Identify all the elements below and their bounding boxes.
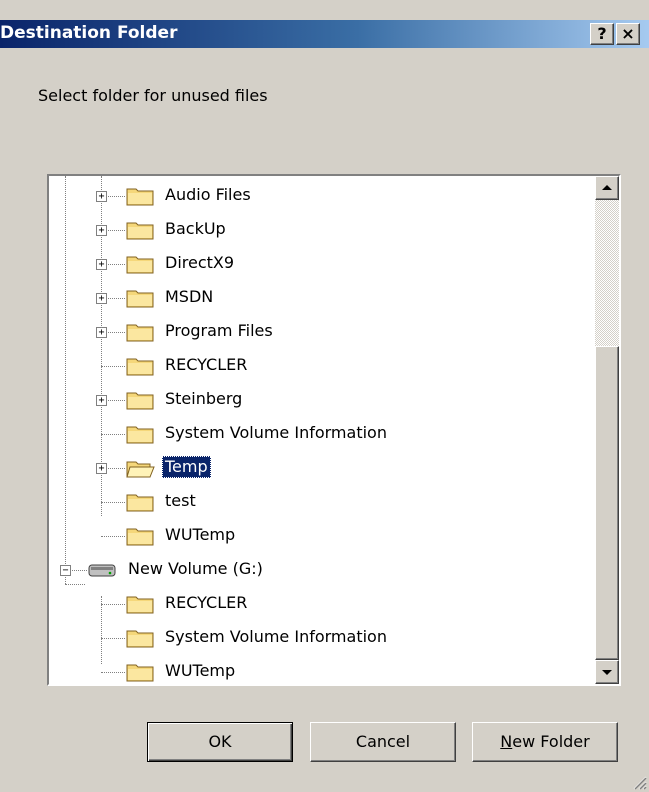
tree-item-folder[interactable]: RECYCLER: [49, 354, 589, 388]
tree-item-folder[interactable]: + Steinberg: [49, 388, 589, 422]
tree-item-folder[interactable]: + Audio Files: [49, 184, 589, 218]
folder-icon: [126, 358, 154, 376]
folder-icon: [126, 290, 154, 308]
tree-item-folder[interactable]: + MSDN: [49, 286, 589, 320]
tree-item-label: System Volume Information: [165, 627, 387, 646]
scroll-thumb[interactable]: [595, 346, 619, 660]
folder-icon: [126, 426, 154, 444]
tree-item-folder[interactable]: RECYCLER: [49, 592, 589, 626]
folder-icon: [126, 630, 154, 648]
resize-grip-icon[interactable]: [631, 774, 647, 790]
folder-icon: [126, 494, 154, 512]
tree-item-label: Program Files: [165, 321, 273, 340]
tree-item-label: MSDN: [165, 287, 214, 306]
expand-icon[interactable]: +: [96, 191, 107, 202]
tree-item-label: Audio Files: [165, 185, 251, 204]
arrow-up-icon: [602, 185, 612, 190]
folder-icon: [126, 188, 154, 206]
tree-line: [101, 434, 125, 435]
tree-line: [101, 672, 125, 673]
scroll-down-button[interactable]: [595, 660, 619, 684]
tree-item-label: test: [165, 491, 196, 510]
tree-item-drive[interactable]: − New Volume (G:): [49, 558, 589, 592]
tree-item-label: Temp: [162, 456, 211, 478]
help-button[interactable]: ?: [590, 23, 614, 45]
expand-icon[interactable]: +: [96, 259, 107, 270]
drive-icon: [88, 564, 116, 577]
tree-item-folder[interactable]: + Program Files: [49, 320, 589, 354]
tree-item-folder[interactable]: + BackUp: [49, 218, 589, 252]
folder-tree[interactable]: + Audio Files + BackUp + DirectX9 + MSDN + Progra…: [47, 174, 621, 686]
tree-item-folder[interactable]: System Volume Information: [49, 626, 589, 660]
folder-icon: [126, 596, 154, 614]
expand-icon[interactable]: +: [96, 463, 107, 474]
tree-item-folder[interactable]: System Volume Information: [49, 422, 589, 456]
folder-icon: [126, 664, 154, 682]
new-folder-label: ew Folder: [512, 732, 590, 751]
collapse-icon[interactable]: −: [60, 565, 71, 576]
tree-line: [101, 502, 125, 503]
expand-icon[interactable]: +: [96, 327, 107, 338]
tree-item-label: Steinberg: [165, 389, 243, 408]
tree-item-folder[interactable]: WUTemp: [49, 524, 589, 558]
tree-item-folder[interactable]: + Temp: [49, 456, 589, 490]
folder-icon: [126, 528, 154, 546]
title-bar[interactable]: Destination Folder ? ×: [0, 20, 649, 48]
new-folder-button[interactable]: New Folder: [472, 722, 618, 762]
tree-item-label: System Volume Information: [165, 423, 387, 442]
tree-item-label: WUTemp: [165, 661, 236, 680]
folder-icon: [126, 324, 154, 342]
folder-icon: [126, 392, 154, 410]
tree-item-label: New Volume (G:): [128, 559, 263, 578]
tree-item-label: WUTemp: [165, 525, 236, 544]
expand-icon[interactable]: +: [96, 395, 107, 406]
folder-tree-content: + Audio Files + BackUp + DirectX9 + MSDN + Progra…: [49, 176, 597, 684]
tree-item-folder[interactable]: + DirectX9: [49, 252, 589, 286]
ok-button[interactable]: OK: [147, 722, 293, 762]
folder-icon: [126, 256, 154, 274]
tree-item-label: BackUp: [165, 219, 226, 238]
tree-line: [101, 604, 125, 605]
destination-folder-dialog: Destination Folder ? × Select folder for…: [0, 0, 649, 792]
new-folder-accelerator: N: [500, 732, 513, 751]
tree-line: [101, 366, 125, 367]
tree-item-label: RECYCLER: [165, 355, 248, 374]
tree-item-label: RECYCLER: [165, 593, 248, 612]
tree-item-folder[interactable]: WUTemp: [49, 660, 589, 684]
open-folder-icon: [126, 461, 155, 478]
tree-line: [101, 638, 125, 639]
prompt-text: Select folder for unused files: [38, 86, 268, 105]
tree-item-label: DirectX9: [165, 253, 235, 272]
vertical-scrollbar[interactable]: [595, 176, 619, 684]
expand-icon[interactable]: +: [96, 225, 107, 236]
scroll-up-button[interactable]: [595, 176, 619, 200]
folder-icon: [126, 222, 154, 240]
expand-icon[interactable]: +: [96, 293, 107, 304]
tree-line: [101, 536, 125, 537]
window-title: Destination Folder: [0, 23, 178, 43]
close-button[interactable]: ×: [616, 23, 640, 45]
arrow-down-icon: [602, 670, 612, 675]
tree-item-folder[interactable]: test: [49, 490, 589, 524]
cancel-button[interactable]: Cancel: [310, 722, 456, 762]
